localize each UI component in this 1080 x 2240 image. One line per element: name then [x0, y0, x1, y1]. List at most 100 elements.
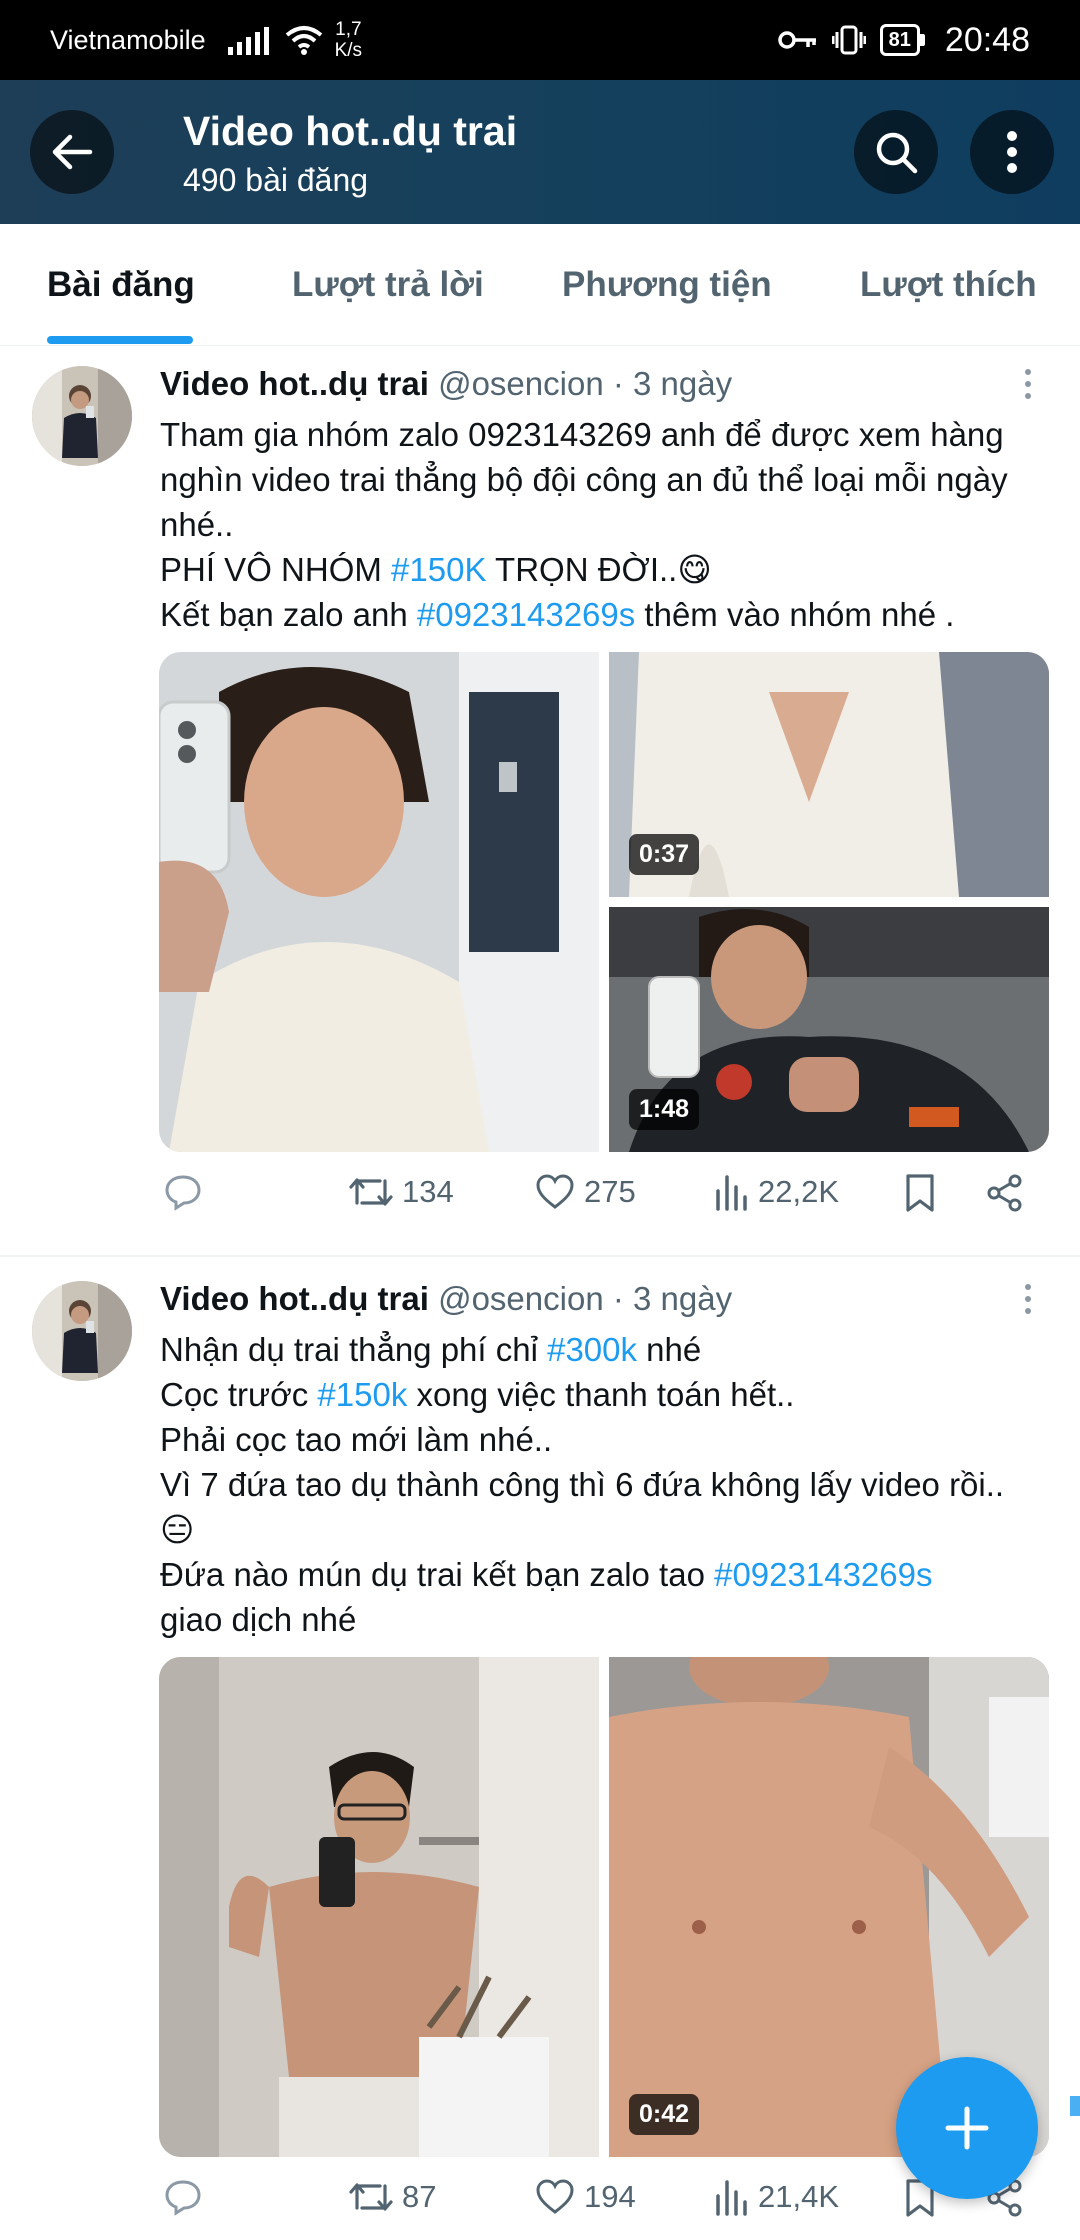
post-text: Nhận dụ trai thẳng phí chỉ #300k nhé Cọc…: [160, 1327, 1060, 1642]
emoji: 😋: [677, 551, 712, 588]
author-name[interactable]: Video hot..dụ trai: [160, 1280, 429, 1317]
text-span: Đứa nào mún dụ trai kết bạn zalo tao: [160, 1556, 715, 1593]
like-count: 194: [584, 2179, 636, 2214]
retweet-button[interactable]: 87: [348, 2178, 436, 2216]
hashtag-link[interactable]: #150K: [391, 551, 486, 588]
back-arrow-icon: [52, 134, 93, 170]
compose-button[interactable]: [896, 2057, 1038, 2199]
reply-button[interactable]: [163, 1173, 203, 1211]
profile-tabs: Bài đăng Lượt trả lời Phương tiện Lượt t…: [0, 224, 1080, 346]
retweet-count: 87: [402, 2179, 437, 2214]
more-options-button[interactable]: [970, 110, 1054, 194]
video-duration: 1:48: [629, 1089, 700, 1130]
post-line: Cọc trước #150k xong việc thanh toán hết…: [160, 1372, 1060, 1417]
text-span: TRỌN ĐỜI..: [486, 551, 678, 588]
plus-icon: [945, 2106, 989, 2150]
post-more-button[interactable]: [1010, 364, 1046, 404]
post-line: Đứa nào mún dụ trai kết bạn zalo tao #09…: [160, 1552, 1060, 1597]
reply-button[interactable]: [163, 2178, 203, 2216]
post-line: Nhận dụ trai thẳng phí chỉ #300k nhé: [160, 1327, 1060, 1372]
video-duration: 0:42: [629, 2094, 700, 2135]
post-text: Tham gia nhóm zalo 0923143269 anh để đượ…: [160, 412, 1060, 637]
post-header: Video hot..dụ trai @osencion · 3 ngày: [160, 364, 732, 404]
retweet-count: 134: [402, 1174, 454, 1209]
hashtag-link[interactable]: #150k: [317, 1376, 407, 1413]
more-vertical-icon: [1007, 131, 1017, 173]
bookmark-icon: [906, 1174, 934, 1212]
clock: 20:48: [944, 20, 1030, 59]
views-button[interactable]: 22,2K: [714, 1173, 839, 1211]
reply-icon: [165, 2180, 201, 2216]
tab-likes[interactable]: Lượt thích: [860, 224, 1037, 346]
author-name[interactable]: Video hot..dụ trai: [160, 365, 429, 402]
views-icon: [716, 1175, 747, 1211]
heart-icon: [536, 1174, 574, 1209]
active-tab-indicator: [47, 336, 193, 344]
post-line: Phải cọc tao mới làm nhé..: [160, 1421, 553, 1458]
profile-title: Video hot..dụ trai: [183, 108, 518, 154]
vibrate-icon: [831, 25, 866, 55]
avatar[interactable]: [32, 366, 132, 466]
post-line: Kết bạn zalo anh #0923143269s thêm vào n…: [160, 592, 1060, 637]
profile-header: Video hot..dụ trai 490 bài đăng: [0, 80, 1080, 224]
author-handle: @osencion: [438, 365, 604, 402]
post-count: 490 bài đăng: [183, 162, 369, 198]
views-button[interactable]: 21,4K: [714, 2178, 839, 2216]
post-more-button[interactable]: [1010, 1279, 1046, 1319]
retweet-button[interactable]: 134: [348, 1173, 454, 1211]
video-duration: 0:37: [629, 834, 700, 875]
text-span: Cọc trước: [160, 1376, 318, 1413]
like-button[interactable]: 275: [534, 1173, 636, 1211]
post-line: PHÍ VÔ NHÓM #150K TRỌN ĐỜI..😋: [160, 547, 1060, 592]
signal-icon: [227, 25, 269, 55]
post-line: giao dịch nhé: [160, 1601, 357, 1638]
bookmark-button[interactable]: [903, 1173, 937, 1213]
scroll-edge-indicator: [1070, 2096, 1080, 2116]
media-grid: 0:37 1:48: [159, 652, 1049, 1152]
post-actions: 134 275 22,2K: [0, 1173, 1080, 1233]
share-icon: [987, 1174, 1022, 1212]
share-button[interactable]: [985, 1173, 1025, 1213]
carrier-label: Vietnamobile: [50, 24, 206, 55]
view-count: 22,2K: [758, 1174, 840, 1209]
media-video-thumbnail[interactable]: [159, 652, 599, 1152]
speed-value: 1,7: [335, 19, 362, 40]
search-icon: [876, 132, 918, 174]
like-button[interactable]: 194: [534, 2178, 636, 2216]
media-video-thumbnail[interactable]: 1:48: [609, 907, 1049, 1152]
battery-level: 81: [879, 24, 920, 56]
post-actions: 87 194 21,4K: [0, 2178, 1080, 2238]
media-video-thumbnail[interactable]: 0:37: [609, 652, 1049, 897]
back-button[interactable]: [30, 110, 114, 194]
text-span: nhé: [637, 1331, 702, 1368]
network-speed: 1,7 K/s: [335, 19, 362, 61]
reply-icon: [165, 1175, 201, 1211]
tab-media[interactable]: Phương tiện: [562, 224, 772, 346]
avatar[interactable]: [32, 1281, 132, 1381]
text-span: Nhận dụ trai thẳng phí chỉ: [160, 1331, 548, 1368]
search-button[interactable]: [854, 110, 938, 194]
view-count: 21,4K: [758, 2179, 840, 2214]
text-span: thêm vào nhóm nhé .: [635, 596, 955, 633]
tab-posts[interactable]: Bài đăng: [47, 224, 195, 346]
tab-replies[interactable]: Lượt trả lời: [292, 224, 484, 346]
heart-icon: [536, 2179, 574, 2214]
key-icon: [777, 31, 816, 49]
battery-icon: 81: [879, 24, 925, 56]
hashtag-link[interactable]: #300k: [547, 1331, 637, 1368]
post-time: · 3 ngày: [612, 365, 733, 402]
hashtag-link[interactable]: #0923143269s: [417, 596, 635, 633]
post-divider: [0, 1255, 1080, 1257]
status-bar: Vietnamobile 1,7 K/s 81 20:48: [0, 0, 1080, 80]
wifi-icon: [285, 26, 322, 55]
post-header: Video hot..dụ trai @osencion · 3 ngày: [160, 1279, 732, 1319]
text-span: PHÍ VÔ NHÓM: [160, 551, 392, 588]
author-handle: @osencion: [438, 1280, 604, 1317]
post-line: Tham gia nhóm zalo 0923143269 anh để đượ…: [160, 416, 1008, 543]
emoji: 😑: [160, 1511, 195, 1548]
retweet-icon: [349, 2183, 393, 2211]
post-time: · 3 ngày: [612, 1280, 733, 1317]
hashtag-link[interactable]: #0923143269s: [714, 1556, 932, 1593]
media-image[interactable]: [159, 1657, 599, 2157]
views-icon: [716, 2180, 747, 2216]
